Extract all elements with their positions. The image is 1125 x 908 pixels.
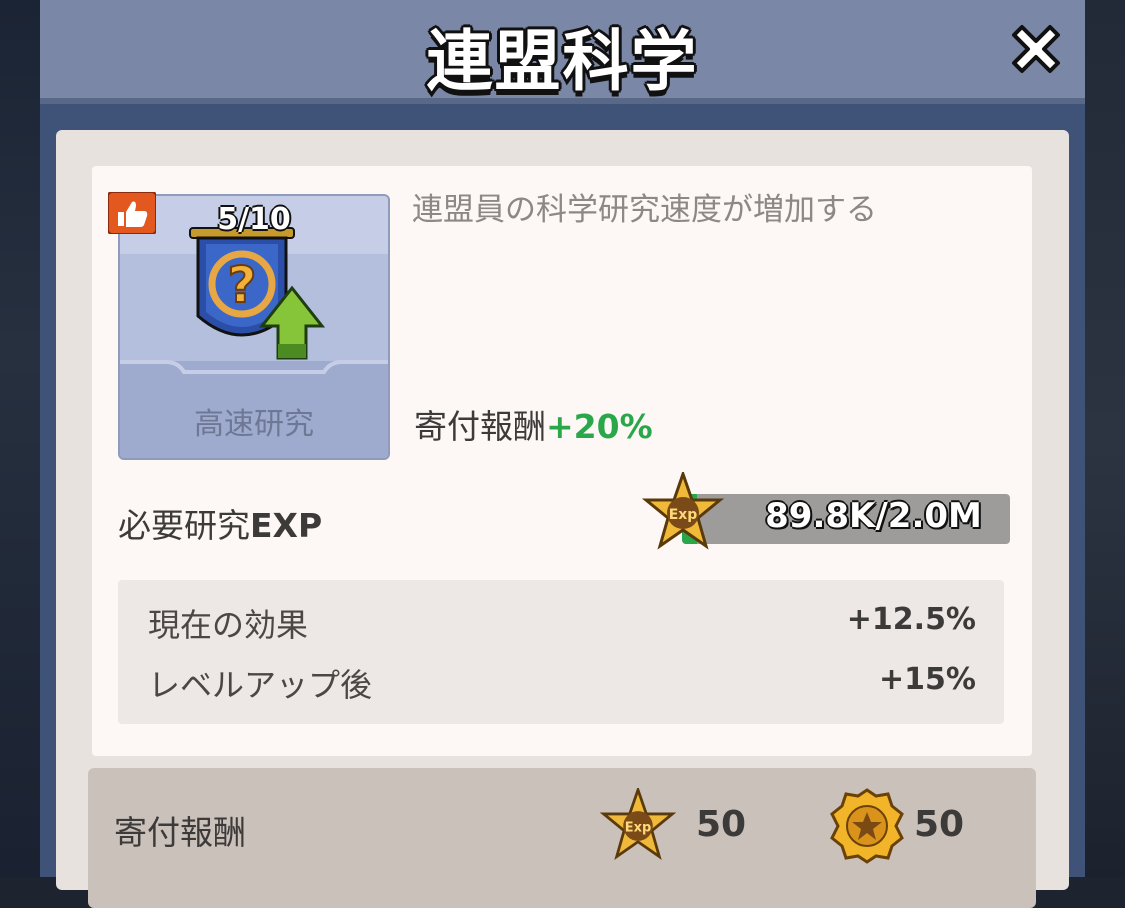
donation-rewards: 寄付報酬 Exp 50 50 [88, 768, 1036, 908]
research-card: ? 5/10 高速研究 連盟員の科学研究速度が増加する 寄付報酬+20% 必要研… [92, 166, 1032, 756]
donation-rewards-label: 寄付報酬 [114, 813, 246, 852]
effect-row-current: 現在の効果 +12.5% [148, 600, 976, 646]
alliance-coin-icon [830, 788, 904, 864]
donation-bonus-value: +20% [546, 407, 653, 446]
dialog-title: 連盟科学 [426, 23, 699, 100]
research-banner-icon: ? [189, 227, 326, 360]
donation-bonus: 寄付報酬+20% [414, 400, 653, 448]
research-description: 連盟員の科学研究速度が増加する [412, 192, 877, 228]
research-level: 5/10 [217, 202, 291, 237]
svg-text:?: ? [227, 256, 256, 314]
content-panel: ? 5/10 高速研究 連盟員の科学研究速度が増加する 寄付報酬+20% 必要研… [56, 130, 1069, 908]
current-effect-value: +12.5% [846, 602, 976, 637]
exp-star-icon: Exp [600, 788, 676, 860]
reward-coin-amount: 50 [914, 804, 965, 845]
background-right [1085, 0, 1125, 877]
effects-table: 現在の効果 +12.5% レベルアップ後 +15% [118, 580, 1004, 724]
exp-progress-text: 89.8K/2.0M [765, 496, 982, 536]
current-effect-label: 現在の効果 [148, 606, 309, 644]
title-bar: 連盟科学 [40, 0, 1085, 104]
svg-text:Exp: Exp [625, 821, 652, 836]
next-effect-label: レベルアップ後 [148, 666, 373, 704]
required-label-suffix: EXP [250, 506, 323, 545]
close-button[interactable] [1001, 14, 1071, 84]
required-label-text: 必要研究 [118, 506, 250, 545]
exp-star-icon: Exp [642, 472, 724, 550]
donation-bonus-label: 寄付報酬 [414, 407, 546, 446]
next-effect-value: +15% [879, 662, 976, 697]
reward-exp-amount: 50 [696, 804, 747, 845]
svg-text:Exp: Exp [669, 507, 698, 523]
close-icon [1012, 25, 1060, 73]
effect-row-next: レベルアップ後 +15% [148, 660, 976, 706]
thumbs-up-icon [108, 192, 156, 234]
background-left [0, 0, 40, 877]
alliance-science-dialog: 連盟科学 ? 5/10 高速研究 連盟員の科学研究速度が増加する 寄付報酬+20… [40, 0, 1085, 908]
exp-progress-bar: 89.8K/2.0M [682, 494, 1010, 544]
required-exp-label: 必要研究EXP [118, 499, 322, 547]
research-tile[interactable]: ? 5/10 高速研究 [118, 194, 390, 460]
research-name: 高速研究 [194, 407, 314, 442]
